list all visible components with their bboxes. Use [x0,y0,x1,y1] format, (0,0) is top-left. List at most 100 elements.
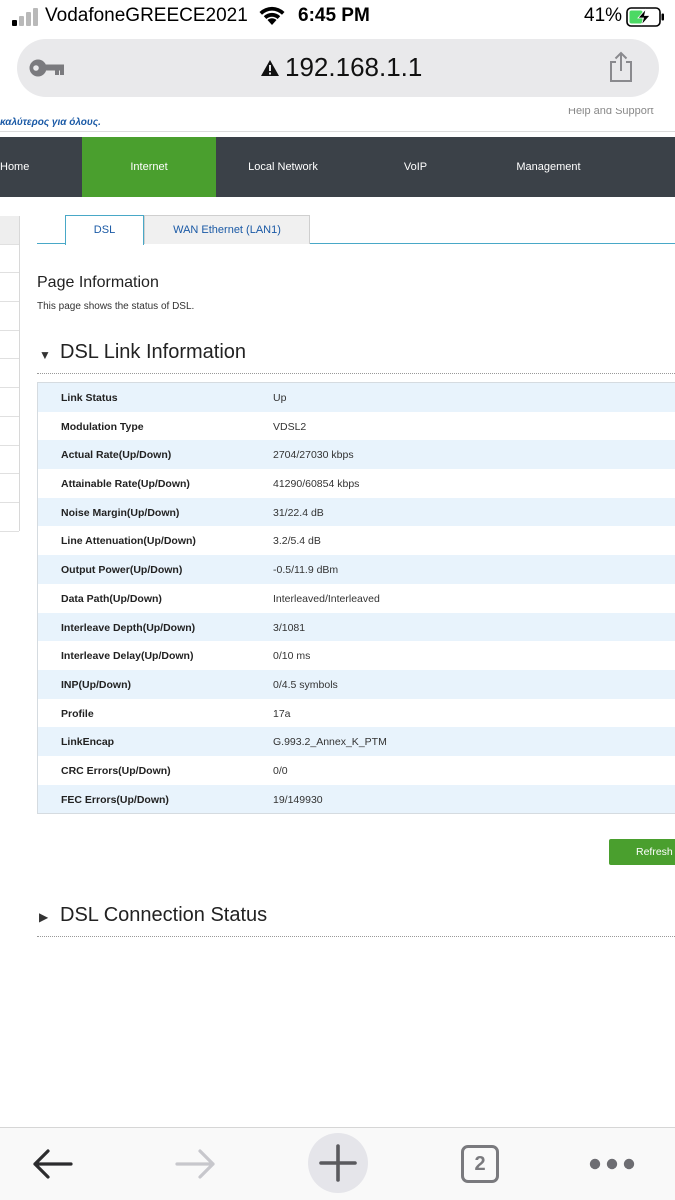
row-value: Up [273,392,287,404]
nav-voip[interactable]: VoIP [350,137,481,197]
more-dots-icon[interactable] [589,1157,635,1171]
row-label: Interleave Depth(Up/Down) [61,621,196,634]
side-menu-item[interactable] [0,302,19,331]
dsl-link-table: Link Status Up Modulation Type VDSL2 Actua… [37,382,675,815]
row-value: VDSL2 [273,420,307,433]
row-value: 17a [273,707,291,720]
row-value: 3.2/5.4 dB [273,535,321,548]
row-value: 31/22.4 dB [273,506,324,519]
side-menu-item[interactable] [0,331,19,360]
dsl-link-section-toggle[interactable]: ▼ DSL Link Information [37,341,337,369]
row-value: Interleaved/Interleaved [273,592,380,605]
table-row: FEC Errors(Up/Down) 19/149930 [38,784,675,814]
row-value: 0/0 [273,764,288,777]
row-label: Link Status [61,392,118,404]
table-row: Noise Margin(Up/Down) 31/22.4 dB [38,497,675,527]
wifi-icon [259,6,285,25]
back-arrow-icon[interactable] [31,1147,75,1181]
row-label: Actual Rate(Up/Down) [61,449,172,462]
tabs-count: 2 [474,1153,486,1175]
forward-arrow-icon[interactable] [173,1147,217,1181]
row-value: -0.5/11.9 dBm [273,564,339,577]
side-menu-item[interactable] [0,417,19,446]
row-label: CRC Errors(Up/Down) [61,764,171,777]
table-row: Interleave Depth(Up/Down) 3/1081 [38,612,675,642]
nav-local-network[interactable]: Local Network [216,137,350,197]
table-row: CRC Errors(Up/Down) 0/0 [38,755,675,785]
row-value: 19/149930 [273,793,323,806]
help-link[interactable]: Help and Support [568,108,654,117]
brand-tagline: καλύτερος για όλους. [0,117,101,128]
table-row: Profile 17a [38,698,675,728]
table-row: Interleave Delay(Up/Down) 0/10 ms [38,641,675,670]
table-row: Line Attenuation(Up/Down) 3.2/5.4 dB [38,526,675,556]
table-row: Output Power(Up/Down) -0.5/11.9 dBm [38,555,675,584]
table-row: Data Path(Up/Down) Interleaved/Interleave… [38,583,675,613]
row-label: Profile [61,707,94,720]
row-label: Output Power(Up/Down) [61,564,183,577]
expand-triangle-icon: ▶ [39,910,49,924]
row-label: FEC Errors(Up/Down) [61,793,169,806]
signal-strength-icon [12,7,40,26]
section-title: DSL Connection Status [60,904,268,926]
row-value: 2704/27030 kbps [273,449,354,462]
row-label: Modulation Type [61,420,144,433]
side-menu [0,216,20,532]
side-menu-item[interactable] [0,388,19,417]
row-value: G.993.2_Annex_K_PTM [273,736,387,749]
row-label: LinkEncap [61,736,115,749]
refresh-button[interactable]: Refresh [609,839,675,865]
side-menu-item[interactable] [0,474,19,503]
row-label: Data Path(Up/Down) [61,592,162,605]
carrier-name: VodafoneGREECE2021 [45,5,248,26]
new-tab-button[interactable] [308,1133,368,1193]
row-label: INP(Up/Down) [61,678,131,691]
page-info-title: Page Information [37,274,159,291]
battery-charging-icon [626,7,664,27]
collapse-triangle-icon: ▼ [39,348,51,362]
row-value: 41290/60854 kbps [273,478,360,491]
nav-internet[interactable]: Internet [82,137,216,197]
dsl-connection-section-toggle[interactable]: ▶ DSL Connection Status [37,904,337,932]
row-value: 0/4.5 symbols [273,678,338,691]
share-icon[interactable] [608,51,634,83]
section-divider [37,936,675,937]
side-menu-item[interactable] [0,503,19,532]
clock: 6:45 PM [298,5,370,26]
row-label: Noise Margin(Up/Down) [61,506,180,519]
table-row: Modulation Type VDSL2 [38,411,675,441]
browser-toolbar: 2 [0,1128,675,1200]
side-menu-item[interactable] [0,216,19,245]
address-bar[interactable]: 192.168.1.1 [17,39,659,97]
row-label: Attainable Rate(Up/Down) [61,478,190,491]
side-menu-item[interactable] [0,359,19,389]
row-label: Line Attenuation(Up/Down) [61,535,196,548]
tab-dsl[interactable]: DSL [65,215,144,245]
side-menu-item[interactable] [0,273,19,303]
section-divider [37,373,675,374]
row-label: Interleave Delay(Up/Down) [61,650,194,663]
nav-management[interactable]: Management [481,137,616,197]
url-text[interactable]: 192.168.1.1 [285,52,422,83]
table-row: Attainable Rate(Up/Down) 41290/60854 kbps [38,469,675,498]
tab-wan-ethernet[interactable]: WAN Ethernet (LAN1) [144,215,310,244]
nav-home[interactable]: Home [0,137,40,197]
table-row: LinkEncap G.993.2_Annex_K_PTM [38,727,675,756]
table-row: Link Status Up [38,383,675,412]
row-value: 0/10 ms [273,650,311,663]
row-value: 3/1081 [273,621,306,634]
header-divider [0,131,675,132]
status-bar: VodafoneGREECE2021 6:45 PM 41% [0,0,675,36]
table-row: INP(Up/Down) 0/4.5 symbols [38,669,675,699]
side-menu-item[interactable] [0,446,19,475]
main-nav: Home Internet Local Network VoIP Managem… [0,137,675,197]
section-title: DSL Link Information [60,341,247,363]
battery-percentage: 41% [584,5,623,26]
plus-icon [319,1144,357,1182]
warning-triangle-icon [261,60,279,76]
key-icon[interactable] [28,57,66,79]
side-menu-item[interactable] [0,245,19,274]
page-info-description: This page shows the status of DSL. [37,301,195,312]
tabs-icon[interactable]: 2 [461,1145,499,1183]
table-row: Actual Rate(Up/Down) 2704/27030 kbps [38,440,675,470]
